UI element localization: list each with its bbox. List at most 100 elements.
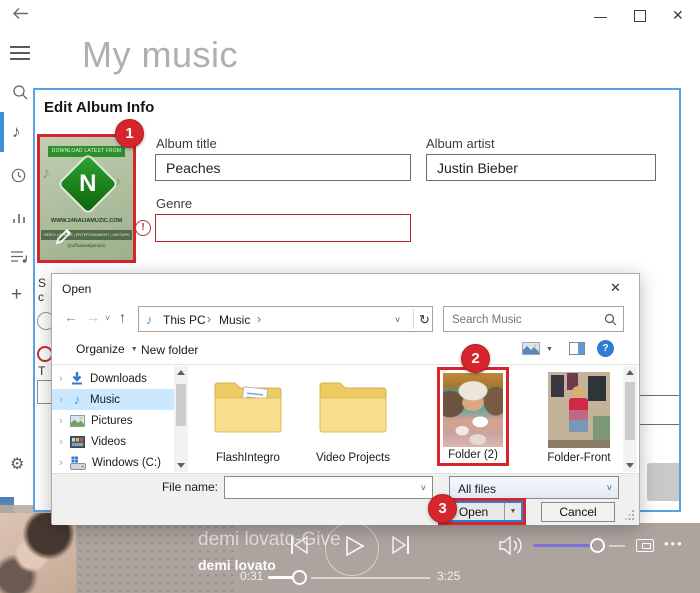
genre-input[interactable]: [155, 214, 411, 242]
navpane-scrollbar[interactable]: [174, 366, 188, 472]
add-playlist-icon[interactable]: +: [11, 284, 22, 306]
expand-chevron-icon[interactable]: ›: [52, 436, 70, 448]
now-playing-equalizer-icon[interactable]: [12, 210, 26, 223]
scroll-up-icon[interactable]: [626, 370, 634, 375]
search-icon[interactable]: [12, 84, 28, 100]
volume-filled: [533, 544, 593, 547]
now-playing-album-art[interactable]: [0, 513, 76, 593]
file-item-folder-front[interactable]: Folder-Front: [529, 368, 629, 468]
search-input[interactable]: [450, 309, 599, 331]
file-name-field-label: File name:: [161, 480, 218, 494]
pictures-icon: [70, 414, 85, 427]
file-name-combobox[interactable]: ˅: [224, 476, 433, 499]
nav-forward-icon[interactable]: →: [86, 309, 100, 325]
scroll-up-icon[interactable]: [177, 370, 185, 375]
album-artist-input[interactable]: [426, 154, 656, 181]
help-icon[interactable]: ?: [597, 340, 614, 357]
open-dialog-title: Open: [62, 282, 92, 296]
cancel-button[interactable]: Cancel: [541, 502, 615, 522]
genre-error-icon: !: [135, 220, 151, 236]
volume-handle[interactable]: [590, 538, 605, 553]
file-item-flashintegro[interactable]: FlashIntegro: [198, 368, 298, 468]
address-bar[interactable]: ♪ This PC › Music › ˅ ↻: [138, 306, 433, 332]
hamburger-menu-icon[interactable]: [10, 42, 30, 64]
organize-label: Organize: [76, 342, 125, 356]
help-question-mark: ?: [602, 343, 609, 354]
expand-chevron-icon[interactable]: ›: [52, 373, 70, 385]
videos-icon: [70, 435, 85, 448]
open-file-dialog: Open ✕ ← → ˅ ↑ ♪ This PC › Music › ˅ ↻ O…: [51, 273, 640, 525]
progress-filled: [268, 576, 294, 579]
breadcrumb-this-pc[interactable]: This PC: [163, 313, 206, 327]
sidebar-item-downloads[interactable]: › Downloads: [52, 368, 174, 389]
open-button-split-caret-icon[interactable]: ▼: [505, 503, 521, 520]
address-music-icon: ♪: [146, 312, 153, 327]
address-dropdown-icon[interactable]: ˅: [395, 315, 400, 325]
hidden-button-fragment[interactable]: [647, 463, 679, 501]
playlist-icon[interactable]: [10, 250, 28, 264]
preview-pane-icon[interactable]: [569, 342, 585, 355]
expand-chevron-icon[interactable]: ›: [52, 394, 70, 406]
more-options-icon[interactable]: •••: [664, 536, 684, 551]
file-item-folder-2-annotated[interactable]: Folder (2): [437, 367, 509, 466]
resize-grip[interactable]: [624, 509, 635, 520]
album-title-input[interactable]: [155, 154, 411, 181]
art-logo: N: [56, 152, 120, 216]
new-folder-button[interactable]: New folder: [141, 343, 198, 357]
file-item-video-projects[interactable]: Video Projects: [303, 368, 403, 468]
view-thumbnails-icon[interactable]: [522, 342, 540, 355]
open-dialog-close-icon[interactable]: ✕: [610, 280, 621, 296]
scrollbar-thumb[interactable]: [176, 384, 186, 426]
recent-plays-clock-icon[interactable]: [11, 168, 26, 183]
filelist-scrollbar[interactable]: [623, 366, 637, 472]
file-type-combobox[interactable]: All files ˅: [449, 476, 619, 499]
sidebar-music-icon[interactable]: ♪: [12, 122, 21, 142]
edit-dialog-title: Edit Album Info: [44, 99, 155, 116]
edit-pencil-icon[interactable]: [53, 227, 73, 247]
toolbar-separator: [52, 364, 639, 365]
sidebar-active-indicator: [0, 112, 4, 152]
app-back-icon[interactable]: [12, 7, 29, 20]
scroll-down-icon[interactable]: [177, 463, 185, 468]
sidebar-item-label: Downloads: [90, 372, 147, 385]
search-box[interactable]: [443, 306, 624, 332]
sidebar-item-videos[interactable]: › Videos: [52, 431, 174, 452]
volume-icon[interactable]: [498, 535, 524, 556]
minimize-icon[interactable]: [594, 17, 607, 18]
breadcrumb-separator-icon[interactable]: ›: [257, 312, 261, 326]
art-logo-letter: N: [79, 170, 97, 197]
nav-back-icon[interactable]: ←: [64, 309, 78, 325]
organize-button[interactable]: Organize ▼: [76, 342, 138, 356]
sidebar-item-pictures[interactable]: › Pictures: [52, 410, 174, 431]
sidebar-item-label: Pictures: [91, 414, 133, 427]
maximize-icon[interactable]: [634, 10, 646, 22]
sidebar-item-label: Windows (C:): [92, 456, 162, 469]
combo-dropdown-icon[interactable]: ˅: [421, 483, 426, 493]
album-art-annotated[interactable]: ♪ ♪ DOWNLOAD LATEST FROM N WWW.24NAIJAMU…: [37, 134, 136, 263]
refresh-icon[interactable]: ↻: [419, 312, 430, 328]
breadcrumb-music[interactable]: Music: [219, 313, 250, 327]
close-window-icon[interactable]: ✕: [672, 8, 684, 22]
expand-chevron-icon[interactable]: ›: [52, 457, 70, 469]
volume-track[interactable]: [609, 545, 625, 547]
scrollbar-thumb[interactable]: [625, 382, 635, 440]
nav-up-icon[interactable]: ↑: [119, 309, 126, 325]
sidebar-item-windows-c[interactable]: › Windows (C:): [52, 452, 174, 473]
progress-handle[interactable]: [292, 570, 307, 585]
view-dropdown-caret-icon[interactable]: ▼: [546, 346, 553, 353]
search-magnifier-icon[interactable]: [604, 313, 617, 326]
settings-gear-icon[interactable]: ⚙: [10, 454, 24, 474]
progress-track[interactable]: [311, 577, 430, 579]
play-button[interactable]: [343, 535, 365, 557]
hidden-text-fragment: S: [38, 276, 47, 290]
previous-track-button[interactable]: [287, 534, 311, 556]
breadcrumb-separator-icon[interactable]: ›: [207, 312, 211, 326]
elapsed-time: 0:31: [240, 569, 264, 583]
sidebar-item-music[interactable]: › ♪ Music: [52, 389, 174, 410]
nav-history-dropdown-icon[interactable]: ˅: [105, 313, 110, 323]
expand-chevron-icon[interactable]: ›: [52, 415, 70, 427]
scroll-down-icon[interactable]: [626, 463, 634, 468]
miniplayer-icon[interactable]: [636, 539, 654, 552]
next-track-button[interactable]: [389, 534, 413, 556]
combo-dropdown-icon[interactable]: ˅: [607, 483, 612, 493]
